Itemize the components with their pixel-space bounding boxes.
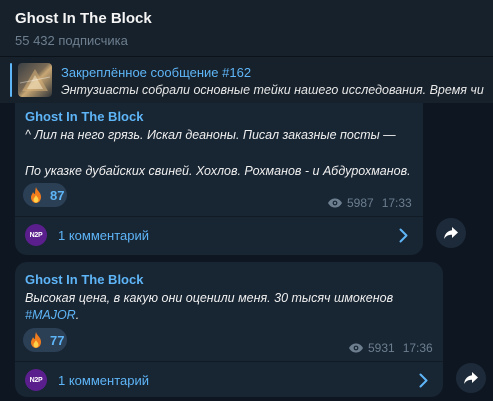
chevron-right-icon [399,228,408,243]
post-author[interactable]: Ghost In The Block [25,109,143,124]
commenter-avatar: N2P [25,369,47,391]
comments-button[interactable]: N2P 1 комментарий [15,362,443,400]
share-arrow-icon [464,372,478,384]
post-text-line: Высокая цена, в какую они оценили меня. … [25,291,394,305]
channel-title[interactable]: Ghost In The Block [15,10,152,27]
reaction-button[interactable]: 77 [23,328,67,352]
view-count: 5987 [347,196,374,210]
share-button[interactable] [436,218,466,248]
post-text-line-2: #MAJOR. [25,308,79,322]
hashtag-link[interactable]: #MAJOR [25,308,76,322]
views-eye-icon [349,343,363,353]
post-meta: 5931 17:36 [348,341,433,355]
channel-header[interactable]: Ghost In The Block 55 432 подписчика [0,0,493,56]
pinned-thumbnail [18,63,52,97]
channel-post[interactable]: Ghost In The Block ^ Лил на него грязь. … [15,103,423,255]
reaction-count: 87 [50,187,65,203]
pinned-title[interactable]: Закреплённое сообщение #162 [61,65,251,80]
channel-post[interactable]: Ghost In The Block Высокая цена, в какую… [15,262,443,397]
chevron-right-icon [419,373,428,388]
reaction-button[interactable]: 87 [23,183,67,207]
pinned-indicator [10,63,12,97]
views-eye-icon [328,198,342,208]
hashtag-suffix: . [75,308,80,322]
post-time: 17:36 [402,341,433,355]
pinned-preview-text[interactable]: Энтузиасты собрали основные тейки нашего… [61,83,484,97]
subscriber-count: 55 432 подписчика [15,33,128,48]
comments-count-label: 1 комментарий [58,373,149,388]
post-author[interactable]: Ghost In The Block [25,272,143,287]
comments-count-label: 1 комментарий [58,228,149,243]
comments-button[interactable]: N2P 1 комментарий [15,217,423,255]
post-text-line: ^ Лил на него грязь. Искал деаноны. Писа… [25,128,396,142]
pinned-message-bar[interactable]: Закреплённое сообщение #162 Энтузиасты с… [0,57,493,103]
post-time: 17:33 [381,196,412,210]
share-button[interactable] [456,363,486,393]
view-count: 5931 [368,341,395,355]
post-meta: 5987 17:33 [327,196,412,210]
commenter-avatar: N2P [25,224,47,246]
reaction-count: 77 [50,332,65,348]
fire-icon [31,187,41,203]
fire-icon [31,332,41,348]
share-arrow-icon [444,227,458,239]
post-text-line: По указке дубайских свиней. Хохлов. Рохм… [25,164,411,178]
